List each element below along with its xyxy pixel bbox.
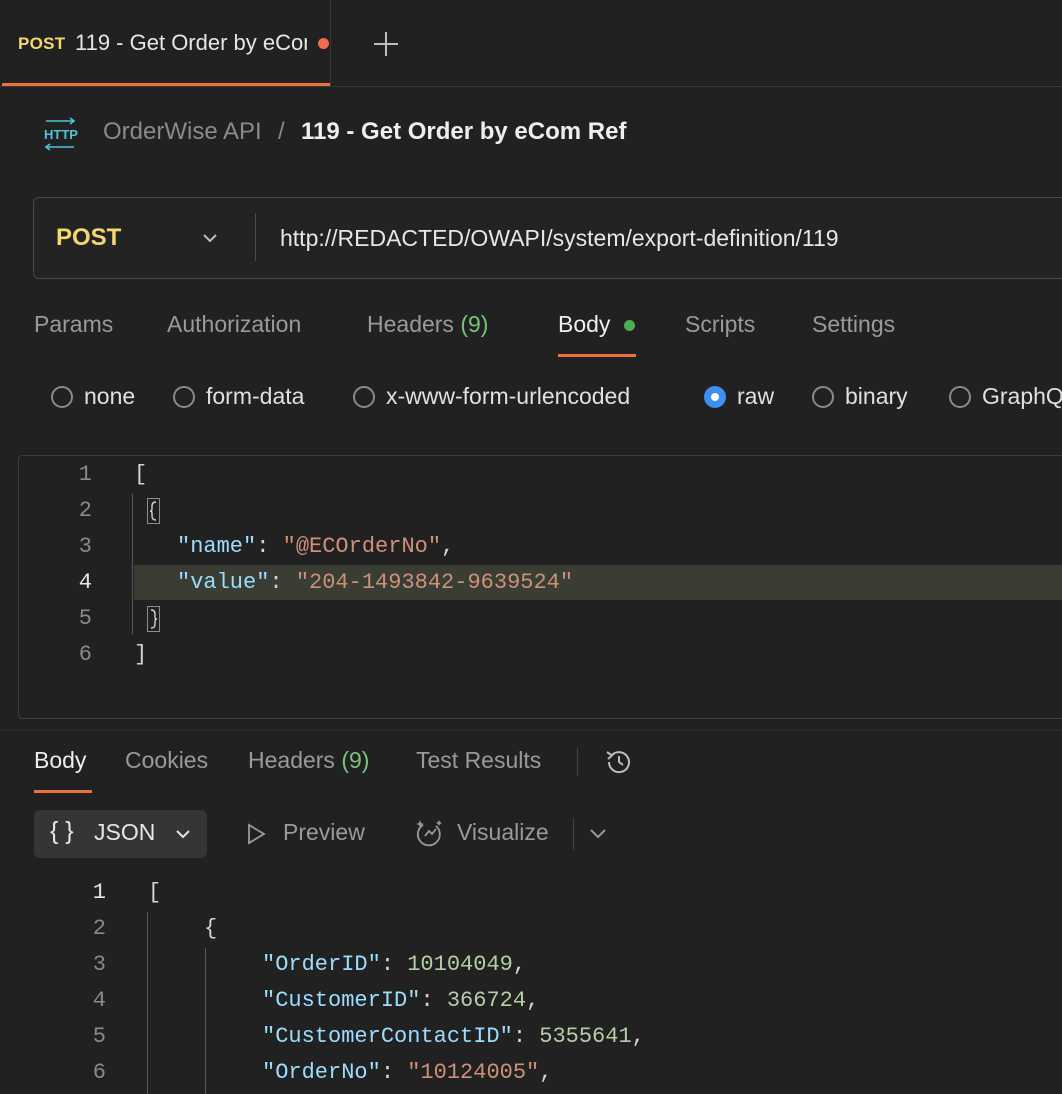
json-open-bracket: [ bbox=[134, 462, 148, 487]
tab-headers[interactable]: Headers (9) bbox=[367, 311, 488, 338]
response-divider bbox=[0, 730, 1062, 731]
json-line: "CustomerContactID": 5355641, bbox=[262, 1024, 645, 1049]
url-input[interactable] bbox=[280, 220, 1060, 256]
line-number: 1 bbox=[92, 880, 106, 905]
radio-none-label[interactable]: none bbox=[84, 383, 135, 410]
json-string-value: "@ECOrderNo" bbox=[282, 534, 442, 559]
json-key: "CustomerID" bbox=[262, 988, 421, 1013]
radio-urlencoded[interactable] bbox=[353, 386, 375, 408]
radio-form-data-label[interactable]: form-data bbox=[206, 383, 304, 410]
body-indicator-dot-icon bbox=[624, 320, 635, 331]
brace-close-icon bbox=[150, 609, 158, 629]
json-string-value: "204-1493842-9639524" bbox=[295, 570, 574, 595]
chevron-down-icon bbox=[203, 234, 217, 243]
radio-binary[interactable] bbox=[812, 386, 834, 408]
json-number-value: 10104049 bbox=[407, 952, 513, 977]
radio-graphql-label[interactable]: GraphQL bbox=[982, 383, 1062, 410]
json-number-value: 366724 bbox=[446, 988, 527, 1013]
line-number: 5 bbox=[92, 1024, 106, 1049]
radio-urlencoded-label[interactable]: x-www-form-urlencoded bbox=[386, 383, 630, 410]
breadcrumb-collection[interactable]: OrderWise API bbox=[103, 118, 262, 146]
indent-guide bbox=[147, 912, 148, 1094]
line-number: 3 bbox=[92, 952, 106, 977]
json-line-value: "value": "204-1493842-9639524" bbox=[177, 570, 574, 595]
json-close-bracket: ] bbox=[134, 642, 148, 667]
unsaved-dot-icon bbox=[318, 38, 329, 49]
tab-settings[interactable]: Settings bbox=[812, 311, 895, 338]
preview-button[interactable]: Preview bbox=[283, 819, 365, 846]
tab-body-underline bbox=[558, 354, 636, 357]
radio-none[interactable] bbox=[51, 386, 73, 408]
chevron-down-icon[interactable] bbox=[588, 825, 608, 843]
new-tab-plus-icon[interactable] bbox=[370, 28, 402, 60]
tab-params[interactable]: Params bbox=[34, 311, 113, 338]
line-number: 2 bbox=[78, 498, 92, 523]
json-key: "OrderID" bbox=[262, 952, 381, 977]
tab-body[interactable]: Body bbox=[558, 311, 610, 338]
response-headers-count: (9) bbox=[341, 747, 370, 773]
brace-open-icon bbox=[149, 501, 157, 521]
indent-guide bbox=[205, 948, 206, 1094]
radio-raw[interactable] bbox=[704, 386, 726, 408]
svg-text:HTTP: HTTP bbox=[44, 127, 78, 142]
visualize-separator bbox=[573, 818, 574, 850]
tab-authorization[interactable]: Authorization bbox=[167, 311, 301, 338]
response-tab-body[interactable]: Body bbox=[34, 747, 86, 774]
url-divider bbox=[255, 213, 256, 261]
response-tab-test-results[interactable]: Test Results bbox=[416, 747, 541, 774]
response-headers-label: Headers bbox=[248, 747, 335, 773]
line-number: 4 bbox=[92, 988, 106, 1013]
json-line-name: "name": "@ECOrderNo", bbox=[177, 534, 455, 559]
json-line: "OrderNo": "10124005", bbox=[262, 1060, 553, 1085]
json-key: "OrderNo" bbox=[262, 1060, 381, 1085]
response-tab-cookies[interactable]: Cookies bbox=[125, 747, 208, 774]
history-icon[interactable] bbox=[603, 746, 635, 778]
play-icon[interactable] bbox=[244, 822, 268, 846]
json-key: "CustomerContactID" bbox=[262, 1024, 513, 1049]
radio-graphql[interactable] bbox=[949, 386, 971, 408]
line-number: 6 bbox=[78, 642, 92, 667]
response-tab-headers[interactable]: Headers (9) bbox=[248, 747, 369, 774]
breadcrumb-separator: / bbox=[278, 118, 285, 145]
chevron-down-icon bbox=[176, 830, 190, 839]
tab-scripts[interactable]: Scripts bbox=[685, 311, 755, 338]
tab-method-label: POST bbox=[18, 34, 66, 53]
visualize-button[interactable]: Visualize bbox=[457, 819, 549, 846]
radio-raw-label[interactable]: raw bbox=[737, 383, 774, 410]
json-string-value: "10124005" bbox=[407, 1060, 540, 1085]
tab-title[interactable]: 119 - Get Order by eCom Ref bbox=[75, 30, 307, 56]
indent-guide bbox=[132, 494, 133, 634]
json-number-value: 5355641 bbox=[539, 1024, 632, 1049]
response-format-label: JSON bbox=[94, 819, 156, 845]
request-title[interactable]: 119 - Get Order by eCom Ref bbox=[301, 118, 626, 146]
json-open-bracket: [ bbox=[148, 880, 162, 905]
json-line: "CustomerID": 366724, bbox=[262, 988, 540, 1013]
radio-binary-label[interactable]: binary bbox=[845, 383, 908, 410]
active-tab-indicator bbox=[2, 83, 330, 86]
line-number: 1 bbox=[78, 462, 92, 487]
response-tab-underline bbox=[34, 790, 92, 793]
response-tab-separator bbox=[577, 748, 578, 776]
json-key: "name" bbox=[177, 534, 257, 559]
tab-headers-label: Headers bbox=[367, 311, 454, 337]
visualize-icon[interactable] bbox=[414, 817, 446, 849]
http-icon: HTTP bbox=[44, 117, 78, 151]
method-label: POST bbox=[56, 224, 122, 251]
json-format-icon: { } bbox=[50, 817, 74, 845]
headers-count: (9) bbox=[460, 311, 489, 337]
json-key: "value" bbox=[177, 570, 270, 595]
json-open-brace: { bbox=[204, 916, 218, 941]
line-number: 2 bbox=[92, 916, 106, 941]
line-number: 3 bbox=[78, 534, 92, 559]
line-number: 6 bbox=[92, 1060, 106, 1085]
json-line: "OrderID": 10104049, bbox=[262, 952, 527, 977]
line-number-current: 4 bbox=[78, 570, 92, 595]
radio-form-data[interactable] bbox=[173, 386, 195, 408]
line-number: 5 bbox=[78, 606, 92, 631]
